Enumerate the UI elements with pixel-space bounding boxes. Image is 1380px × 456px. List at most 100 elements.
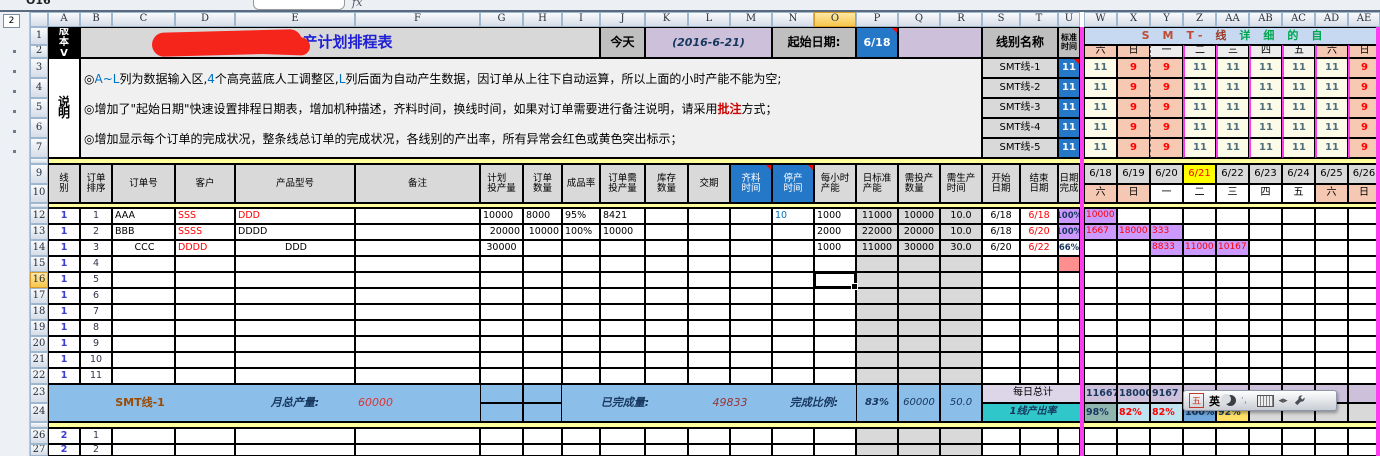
schedule-cell[interactable] bbox=[1150, 444, 1183, 456]
cell-date-done[interactable] bbox=[1058, 320, 1080, 336]
cell-need-time[interactable]: 10.0 bbox=[940, 224, 982, 240]
line-name-cell[interactable]: SMT线-2 bbox=[982, 78, 1058, 98]
cell-yield-rate[interactable] bbox=[562, 336, 600, 352]
yield-cell[interactable] bbox=[1348, 403, 1380, 422]
col-header-X[interactable]: X bbox=[1117, 12, 1150, 27]
cell-start-date[interactable] bbox=[982, 304, 1020, 320]
cell-daily-std[interactable] bbox=[856, 272, 898, 288]
cell-order-qty[interactable]: 10000 bbox=[523, 224, 562, 240]
cell-customer[interactable] bbox=[175, 256, 235, 272]
capacity-cell[interactable]: 9 bbox=[1348, 138, 1380, 158]
cell-D[interactable] bbox=[175, 444, 235, 456]
cell-need-time[interactable] bbox=[940, 336, 982, 352]
col-header-D[interactable]: D bbox=[175, 12, 235, 27]
cell-order-no[interactable] bbox=[112, 320, 175, 336]
cell-U[interactable] bbox=[1058, 428, 1080, 444]
schedule-cell[interactable] bbox=[1084, 320, 1117, 336]
col-header-AA[interactable]: AA bbox=[1216, 12, 1249, 27]
capacity-cell[interactable]: 9 bbox=[1150, 58, 1183, 78]
col-header-Z[interactable]: Z bbox=[1183, 12, 1216, 27]
cell-need-input[interactable] bbox=[898, 352, 940, 368]
schedule-cell[interactable] bbox=[1150, 288, 1183, 304]
date-weekday-cell[interactable]: 四 bbox=[1249, 184, 1282, 203]
schedule-cell[interactable] bbox=[1249, 304, 1282, 320]
plan-value-cell[interactable]: 60000 bbox=[898, 384, 940, 422]
line-name-cell[interactable]: SMT线-5 bbox=[982, 138, 1058, 158]
capacity-cell[interactable]: 11 bbox=[1249, 118, 1282, 138]
table-header-F[interactable]: 备注 bbox=[355, 164, 480, 203]
cell-start-date[interactable] bbox=[982, 368, 1020, 384]
cell-L[interactable] bbox=[688, 428, 730, 444]
schedule-cell[interactable] bbox=[1150, 336, 1183, 352]
schedule-cell[interactable] bbox=[1117, 320, 1150, 336]
cell-customer[interactable]: SSS bbox=[175, 208, 235, 224]
row-header-18[interactable]: 18 bbox=[30, 304, 48, 320]
cell-start-date[interactable] bbox=[982, 320, 1020, 336]
capacity-cell[interactable]: 9 bbox=[1348, 78, 1380, 98]
weekday-cell[interactable]: 五 bbox=[1282, 45, 1315, 58]
cell-date-done[interactable] bbox=[1058, 352, 1080, 368]
schedule-cell[interactable] bbox=[1183, 208, 1216, 224]
cell-end-date[interactable] bbox=[1020, 304, 1058, 320]
cell-order-qty[interactable] bbox=[523, 352, 562, 368]
cell-hourly-cap[interactable] bbox=[814, 320, 856, 336]
cell-need-qty[interactable] bbox=[600, 240, 645, 256]
cell-seq[interactable]: 10 bbox=[80, 352, 112, 368]
cell-start-date[interactable] bbox=[982, 272, 1020, 288]
cell-line[interactable]: 1 bbox=[48, 272, 80, 288]
schedule-cell[interactable] bbox=[1117, 208, 1150, 224]
table-header-B[interactable]: 订单 排序 bbox=[80, 164, 112, 203]
cell-start-date[interactable]: 6/18 bbox=[982, 208, 1020, 224]
cell-need-input[interactable] bbox=[898, 304, 940, 320]
cell-need-qty[interactable]: 10000 bbox=[600, 224, 645, 240]
cell-model[interactable]: DDD bbox=[235, 208, 355, 224]
schedule-cell[interactable] bbox=[1117, 256, 1150, 272]
col-header-J[interactable]: J bbox=[600, 12, 645, 27]
table-header-C[interactable]: 订单号 bbox=[112, 164, 175, 203]
row-header-20[interactable]: 20 bbox=[30, 336, 48, 352]
capacity-cell[interactable]: 11 bbox=[1282, 118, 1315, 138]
col-header-F[interactable]: F bbox=[355, 12, 480, 27]
schedule-cell[interactable] bbox=[1117, 352, 1150, 368]
weekday-cell[interactable]: 六 bbox=[1315, 45, 1348, 58]
schedule-cell[interactable] bbox=[1117, 444, 1150, 456]
capacity-cell[interactable]: 11 bbox=[1183, 118, 1216, 138]
capacity-cell[interactable]: 11 bbox=[1249, 98, 1282, 118]
cell-remark[interactable] bbox=[355, 288, 480, 304]
schedule-cell[interactable] bbox=[1084, 272, 1117, 288]
cell-seq[interactable]: 11 bbox=[80, 368, 112, 384]
line-name-cell[interactable]: SMT线-1 bbox=[982, 58, 1058, 78]
cell-need-input[interactable] bbox=[898, 336, 940, 352]
cell-order-qty[interactable] bbox=[523, 240, 562, 256]
cell-line[interactable]: 1 bbox=[48, 256, 80, 272]
col-header-U[interactable]: U bbox=[1058, 12, 1080, 27]
table-header-Q[interactable]: 需投产 数量 bbox=[898, 164, 940, 203]
cell-need-qty[interactable] bbox=[600, 368, 645, 384]
col-header-AB[interactable]: AB bbox=[1249, 12, 1282, 27]
capacity-cell[interactable]: 11 bbox=[1216, 58, 1249, 78]
cell-line[interactable]: 1 bbox=[48, 224, 80, 240]
cell-remark[interactable] bbox=[355, 272, 480, 288]
cell-end-date[interactable]: 6/22 bbox=[1020, 240, 1058, 256]
cell-daily-std[interactable] bbox=[856, 368, 898, 384]
capacity-cell[interactable]: 11 bbox=[1183, 98, 1216, 118]
row-header-15[interactable]: 15 bbox=[30, 256, 48, 272]
cell-date-done[interactable]: 66% bbox=[1058, 240, 1080, 256]
capacity-cell[interactable]: 11 bbox=[1249, 58, 1282, 78]
cell-seq[interactable]: 9 bbox=[80, 336, 112, 352]
summary-grid-cell[interactable] bbox=[480, 384, 523, 403]
table-header-U[interactable]: 日期 完成 bbox=[1058, 164, 1080, 203]
cell-yield-rate[interactable] bbox=[562, 288, 600, 304]
weekday-cell[interactable]: 日 bbox=[1117, 45, 1150, 58]
cell-material-time[interactable] bbox=[730, 208, 772, 224]
calendar-banner[interactable]: SMT -线详细的自 bbox=[1084, 27, 1380, 45]
cell-plan-qty[interactable] bbox=[480, 352, 523, 368]
cell-end-date[interactable] bbox=[1020, 256, 1058, 272]
cell-remark[interactable] bbox=[355, 352, 480, 368]
cell-daily-std[interactable]: 11000 bbox=[856, 208, 898, 224]
cell-stop-time[interactable] bbox=[772, 224, 814, 240]
col-header-E[interactable]: E bbox=[235, 12, 355, 27]
schedule-cell[interactable] bbox=[1282, 256, 1315, 272]
cell-M[interactable] bbox=[730, 428, 772, 444]
capacity-cell[interactable]: 11 bbox=[1216, 98, 1249, 118]
